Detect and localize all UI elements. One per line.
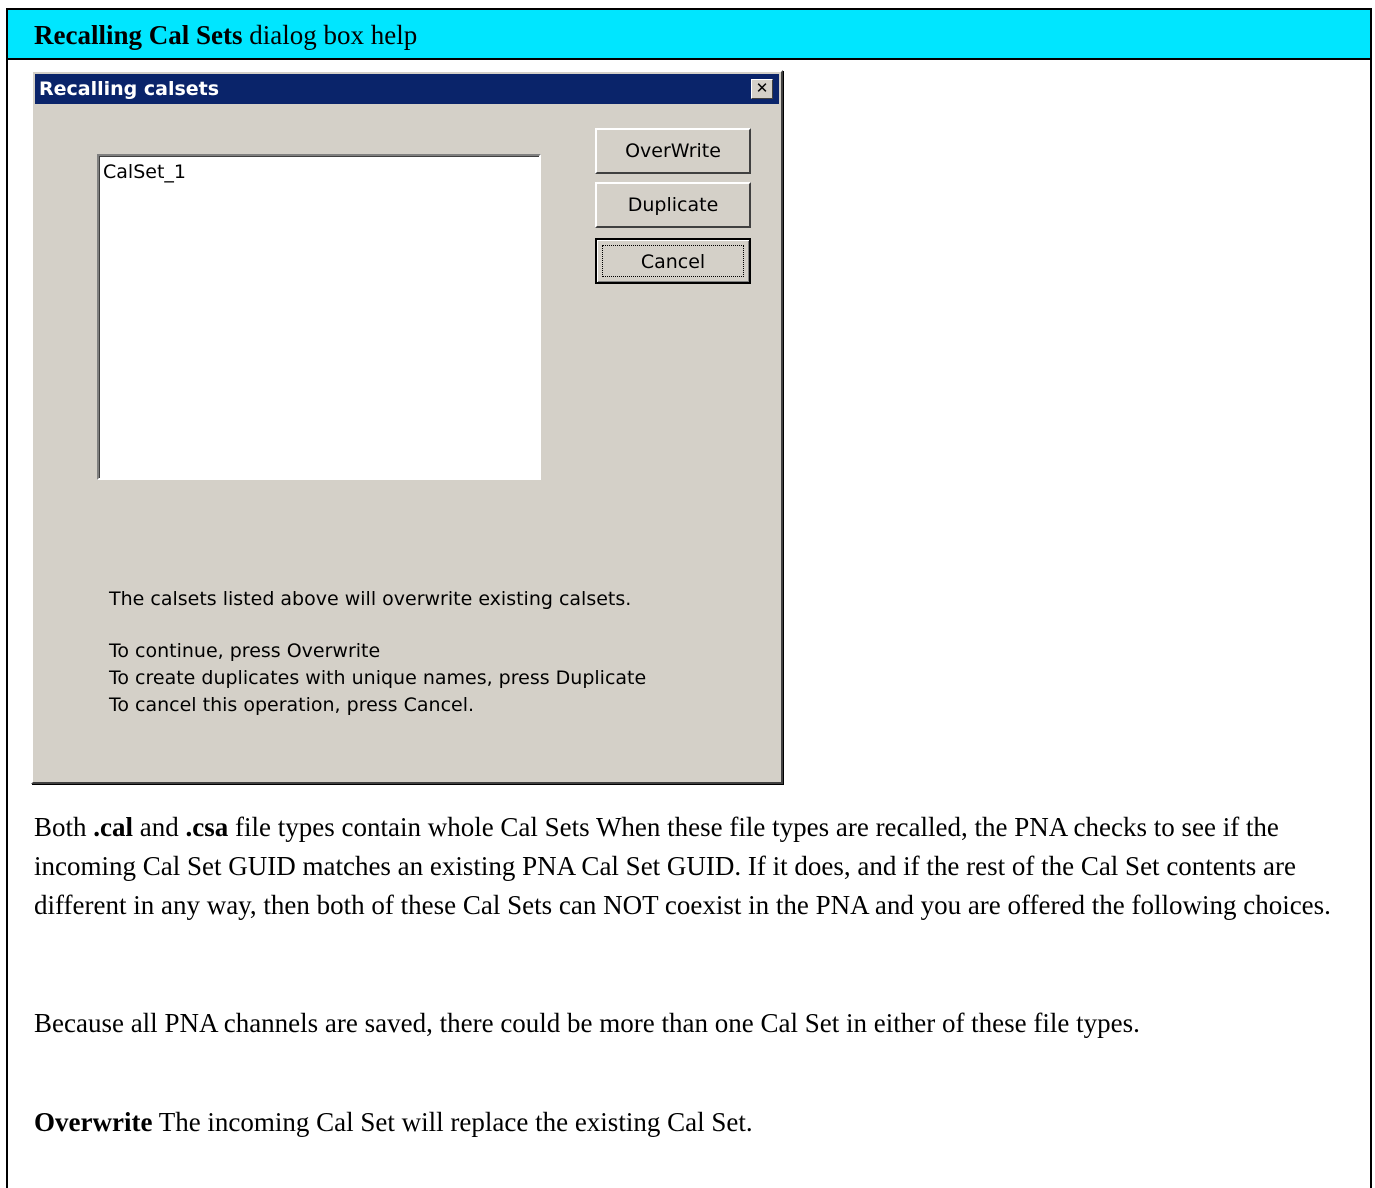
page-title-suffix: dialog box help xyxy=(242,20,418,50)
list-item[interactable]: CalSet_1 xyxy=(103,161,535,183)
paragraph-channels: Because all PNA channels are saved, ther… xyxy=(34,1008,1140,1038)
overwrite-term: Overwrite xyxy=(34,1107,153,1137)
paragraph-file-types: Both .cal and .csa file types contain wh… xyxy=(34,812,1331,920)
recalling-calsets-dialog: Recalling calsets ✕ CalSet_1 OverWrite D… xyxy=(31,70,783,784)
cancel-button[interactable]: Cancel xyxy=(595,238,751,284)
instruction-line: To cancel this operation, press Cancel. xyxy=(109,694,475,716)
dialog-title: Recalling calsets xyxy=(39,78,220,100)
instruction-line: To create duplicates with unique names, … xyxy=(109,667,647,689)
overwrite-button[interactable]: OverWrite xyxy=(595,128,751,174)
dialog-titlebar: Recalling calsets ✕ xyxy=(35,74,779,104)
duplicate-button[interactable]: Duplicate xyxy=(595,182,751,228)
csa-extension: .csa xyxy=(185,812,229,842)
instruction-line: To continue, press Overwrite xyxy=(109,640,381,662)
paragraph-overwrite: Overwrite The incoming Cal Set will repl… xyxy=(34,1107,753,1137)
overwrite-warning: The calsets listed above will overwrite … xyxy=(109,588,632,610)
page-title: Recalling Cal Sets xyxy=(34,20,243,50)
page-header: Recalling Cal Sets dialog box help xyxy=(8,10,1370,60)
close-icon[interactable]: ✕ xyxy=(751,79,773,99)
cancel-button-label: Cancel xyxy=(602,245,744,277)
cal-extension: .cal xyxy=(93,812,134,842)
calset-listbox[interactable]: CalSet_1 xyxy=(97,154,541,480)
